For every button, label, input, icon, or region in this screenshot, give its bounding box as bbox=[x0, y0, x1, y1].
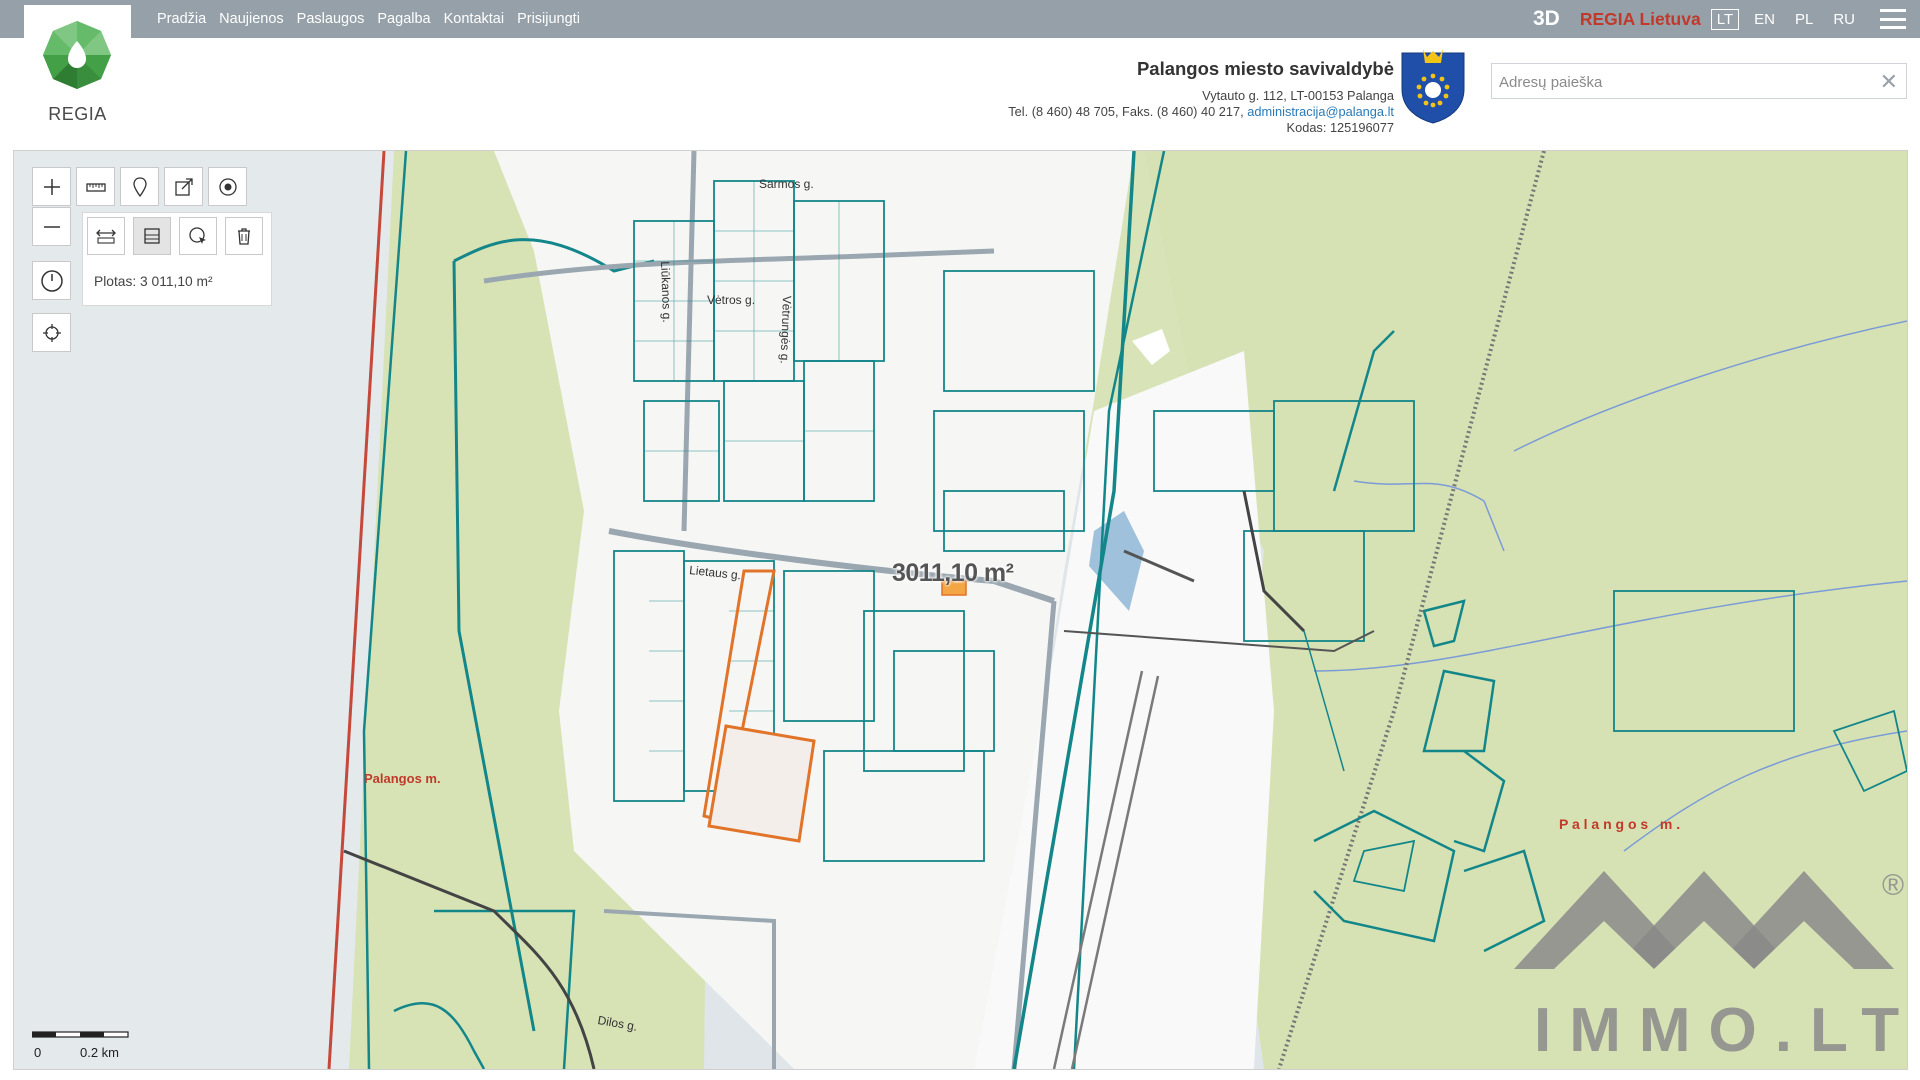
cadastral-map: IMMO.LT ® bbox=[14, 151, 1907, 1069]
location-button[interactable] bbox=[208, 167, 247, 206]
municipality-address: Vytauto g. 112, LT-00153 Palanga bbox=[1202, 88, 1394, 103]
select-area-button[interactable] bbox=[179, 217, 217, 255]
select-area-icon bbox=[189, 227, 206, 244]
street-label-vetrunges: Vėtrungės g. bbox=[777, 295, 794, 365]
clock-icon bbox=[40, 269, 63, 292]
nav-home[interactable]: Pradžia bbox=[157, 11, 206, 27]
top-right-controls: 3D REGIA Lietuva LT EN PL RU bbox=[1533, 0, 1920, 38]
lang-pl[interactable]: PL bbox=[1790, 10, 1818, 29]
history-button[interactable] bbox=[32, 261, 71, 300]
street-label-sarmos: Sarmos g. bbox=[759, 177, 814, 191]
nav-contacts[interactable]: Kontaktai bbox=[444, 11, 504, 27]
share-button[interactable] bbox=[164, 167, 203, 206]
marker-button[interactable] bbox=[120, 167, 159, 206]
measure-button[interactable] bbox=[76, 167, 115, 206]
crosshair-icon bbox=[42, 323, 61, 342]
measure-area-icon bbox=[144, 228, 160, 244]
target-icon bbox=[218, 177, 237, 196]
place-label-right: P a l a n g o s m . bbox=[1559, 816, 1681, 832]
crosshair-button[interactable] bbox=[32, 313, 71, 352]
scale-zero: 0 bbox=[34, 1045, 42, 1060]
measure-area-button[interactable] bbox=[133, 217, 171, 255]
regia-lietuva-link[interactable]: REGIA Lietuva bbox=[1580, 9, 1701, 30]
nav-login[interactable]: Prisijungti bbox=[517, 11, 580, 27]
lang-lt[interactable]: LT bbox=[1710, 8, 1740, 30]
street-label-vetros: Vėtros g. bbox=[707, 293, 756, 307]
lang-en[interactable]: EN bbox=[1749, 10, 1780, 29]
municipality-email-link[interactable]: administracija@palanga.lt bbox=[1247, 104, 1394, 119]
nav-services[interactable]: Paslaugos bbox=[297, 11, 365, 27]
watermark-text: IMMO.LT bbox=[1534, 996, 1907, 1065]
address-search-input[interactable] bbox=[1492, 64, 1861, 100]
map-pin-icon bbox=[132, 176, 147, 197]
nav-help[interactable]: Pagalba bbox=[377, 11, 430, 27]
selected-area-label: 3011,10 m² bbox=[892, 559, 1014, 587]
plus-icon bbox=[43, 178, 60, 195]
scale-bar-graphic bbox=[32, 1031, 129, 1038]
nav-news[interactable]: Naujienos bbox=[219, 11, 284, 27]
logo-text: REGIA bbox=[48, 104, 107, 124]
menu-icon[interactable] bbox=[1880, 9, 1906, 29]
address-search: ✕ bbox=[1491, 63, 1907, 100]
scale-distance: 0.2 km bbox=[80, 1045, 120, 1060]
minus-icon bbox=[43, 225, 60, 228]
municipality-phone-line: Tel. (8 460) 48 705, Faks. (8 460) 40 21… bbox=[1008, 104, 1394, 120]
measure-distance-button[interactable] bbox=[87, 217, 125, 255]
share-icon bbox=[174, 177, 193, 196]
zoom-in-button[interactable] bbox=[32, 167, 71, 206]
clear-search-icon[interactable]: ✕ bbox=[1880, 69, 1898, 95]
municipality-code: Kodas: 125196077 bbox=[1286, 120, 1394, 135]
map-viewport[interactable]: IMMO.LT ® Sarmos g. Vėtros g. Liūkanos g… bbox=[13, 150, 1908, 1070]
main-nav: Pradžia Naujienos Paslaugos Pagalba Kont… bbox=[157, 0, 580, 38]
trash-icon bbox=[238, 228, 250, 245]
ruler-icon bbox=[85, 182, 106, 192]
zoom-out-button[interactable] bbox=[32, 207, 71, 246]
lang-ru[interactable]: RU bbox=[1828, 10, 1860, 29]
delete-button[interactable] bbox=[225, 217, 263, 255]
regia-logo[interactable]: REGIA bbox=[24, 5, 131, 127]
3d-button[interactable]: 3D bbox=[1533, 7, 1560, 31]
measure-panel: Plotas: 3 011,10 m² bbox=[82, 212, 272, 306]
measure-distance-icon bbox=[96, 229, 116, 244]
municipality-name: Palangos miesto savivaldybė bbox=[1136, 58, 1394, 79]
palanga-crest-icon bbox=[1401, 49, 1465, 124]
watermark-registered: ® bbox=[1882, 869, 1904, 902]
street-label-liukanos: Liūkanos g. bbox=[658, 261, 675, 323]
top-navigation-bar: Pradžia Naujienos Paslaugos Pagalba Kont… bbox=[0, 0, 1920, 38]
place-label-left: Palangos m. bbox=[364, 771, 441, 786]
area-result: Plotas: 3 011,10 m² bbox=[94, 274, 213, 289]
municipality-info: Palangos miesto savivaldybė Vytauto g. 1… bbox=[1008, 58, 1394, 136]
regia-logo-icon bbox=[43, 21, 111, 89]
municipality-phone: Tel. (8 460) 48 705, Faks. (8 460) 40 21… bbox=[1008, 104, 1248, 119]
